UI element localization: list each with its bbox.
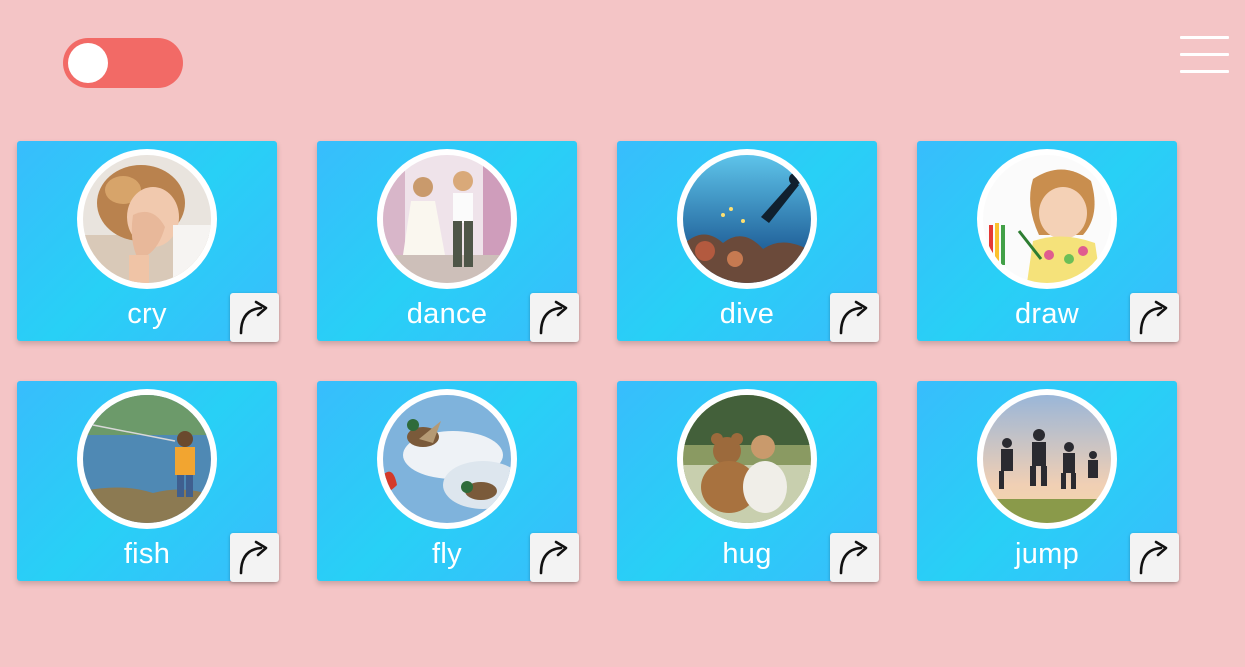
- forward-arrow-icon[interactable]: [230, 533, 279, 582]
- children-dancing-photo: [377, 149, 517, 289]
- forward-arrow-icon[interactable]: [530, 533, 579, 582]
- word-card-fly[interactable]: fly: [317, 381, 579, 582]
- word-card-cry[interactable]: cry: [17, 141, 279, 342]
- menu-line: [1180, 36, 1229, 39]
- girl-drawing-photo: [977, 149, 1117, 289]
- word-card-dive[interactable]: dive: [617, 141, 879, 342]
- child-crying-photo: [77, 149, 217, 289]
- word-card-fish[interactable]: fish: [17, 381, 279, 582]
- child-hugging-teddy-photo: [677, 389, 817, 529]
- kids-jumping-photo: [977, 389, 1117, 529]
- word-card-draw[interactable]: draw: [917, 141, 1179, 342]
- hamburger-menu-icon[interactable]: [1180, 36, 1230, 74]
- word-card-dance[interactable]: dance: [317, 141, 579, 342]
- word-card-jump[interactable]: jump: [917, 381, 1179, 582]
- forward-arrow-icon[interactable]: [1130, 533, 1179, 582]
- forward-arrow-icon[interactable]: [830, 533, 879, 582]
- mode-toggle-switch[interactable]: [63, 38, 183, 88]
- ducks-flying-photo: [377, 389, 517, 529]
- menu-line: [1180, 70, 1229, 73]
- forward-arrow-icon[interactable]: [530, 293, 579, 342]
- boy-fishing-photo: [77, 389, 217, 529]
- underwater-diver-photo: [677, 149, 817, 289]
- forward-arrow-icon[interactable]: [830, 293, 879, 342]
- forward-arrow-icon[interactable]: [1130, 293, 1179, 342]
- toggle-knob: [68, 43, 108, 83]
- word-card-hug[interactable]: hug: [617, 381, 879, 582]
- menu-line: [1180, 53, 1229, 56]
- forward-arrow-icon[interactable]: [230, 293, 279, 342]
- word-card-grid: cry dance dive draw fish fly hug jump: [17, 141, 1179, 582]
